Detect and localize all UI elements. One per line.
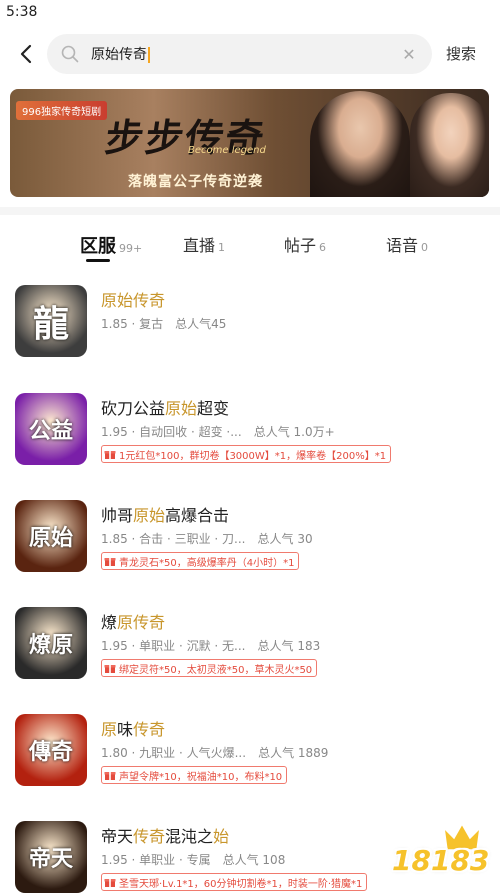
- gift-pack-badge[interactable]: 1元红包*100，群切卷【3000W】*1，爆率卷【200%】*1: [101, 445, 392, 463]
- game-title-highlight: 传奇: [133, 613, 166, 632]
- tab-live[interactable]: 直播 1: [183, 232, 225, 256]
- game-title[interactable]: 原味传奇: [101, 716, 165, 740]
- game-icon-lettering: 傳奇: [28, 739, 73, 765]
- game-icon[interactable]: 傳奇: [15, 714, 87, 786]
- game-title-text: 高爆合击: [165, 506, 230, 525]
- game-icon-lettering: 帝天: [28, 846, 73, 872]
- site-watermark-logo: 18183: [392, 822, 492, 882]
- search-input[interactable]: 原始传奇 ✕: [47, 34, 432, 74]
- game-title-highlight: 原: [117, 613, 134, 632]
- game-title[interactable]: 原始传奇: [101, 287, 165, 311]
- game-tags: 1.95 · 单职业 · 专属: [101, 853, 211, 867]
- gift-icon: [104, 879, 116, 887]
- gift-text: 圣雪天琊·Lv.1*1，60分钟切割卷*1，时装一阶·猎魔*1: [119, 878, 363, 890]
- text-caret: [148, 47, 150, 63]
- game-list-item[interactable]: 龍 原始传奇 1.85 · 复古 总人气45: [0, 285, 500, 385]
- status-time: 5:38: [6, 4, 38, 20]
- game-popularity: 总人气 183: [257, 639, 321, 653]
- game-list-item[interactable]: 原始 帅哥原始高爆合击 1.85 · 合击 · 三职业 · 刀... 总人气 30 青龙…: [0, 500, 500, 600]
- game-tags: 1.95 · 自动回收 · 超变 ·...: [101, 425, 242, 439]
- game-list-item[interactable]: 傳奇 原味传奇 1.80 · 九职业 · 人气火爆... 总人气 1889 声望令牌*1…: [0, 714, 500, 814]
- game-title-text: 帝天: [101, 827, 134, 846]
- game-title-highlight: 原: [101, 720, 118, 739]
- gift-icon: [104, 772, 116, 780]
- game-title-highlight: 始: [213, 827, 230, 846]
- banner-subtitle-en: Become legend: [188, 145, 266, 156]
- game-tags: 1.85 · 复古: [101, 317, 164, 331]
- gift-pack-badge[interactable]: 绑定灵符*50，太初灵液*50，草木灵火*50: [101, 659, 318, 677]
- game-meta: 1.95 · 自动回收 · 超变 ·... 总人气 1.0万+: [101, 423, 335, 440]
- game-title-text: 燎: [101, 613, 118, 632]
- back-button[interactable]: [12, 40, 40, 68]
- promo-banner[interactable]: 996独家传奇短剧 步步传奇 Become legend 落魄富公子传奇逆袭: [10, 89, 489, 197]
- game-title-text: 砍刀公益: [101, 399, 166, 418]
- game-list-item[interactable]: 燎原 燎原传奇 1.95 · 单职业 · 沉默 · 无... 总人气 183 绑定灵符*…: [0, 607, 500, 707]
- game-icon[interactable]: 公益: [15, 393, 87, 465]
- game-popularity: 总人气45: [175, 317, 227, 331]
- game-popularity: 总人气 1.0万+: [253, 425, 335, 439]
- chevron-left-icon: [20, 44, 32, 64]
- game-icon-lettering: 原始: [28, 525, 73, 551]
- clear-icon[interactable]: ✕: [400, 45, 418, 64]
- game-icon-lettering: 燎原: [28, 632, 73, 658]
- status-bar: 5:38: [0, 0, 500, 26]
- game-title-highlight: 传奇: [133, 827, 166, 846]
- gift-icon: [104, 665, 116, 673]
- game-title[interactable]: 帅哥原始高爆合击: [101, 502, 229, 526]
- search-header: 原始传奇 ✕ 搜索: [0, 32, 500, 76]
- game-title-highlight: 原始: [165, 399, 198, 418]
- game-meta: 1.95 · 单职业 · 专属 总人气 108: [101, 851, 285, 868]
- game-meta: 1.85 · 复古 总人气45: [101, 315, 226, 332]
- gift-pack-badge[interactable]: 圣雪天琊·Lv.1*1，60分钟切割卷*1，时装一阶·猎魔*1: [101, 873, 368, 891]
- game-list-item[interactable]: 公益 砍刀公益原始超变 1.95 · 自动回收 · 超变 ·... 总人气 1.0万+…: [0, 393, 500, 493]
- game-popularity: 总人气 108: [222, 853, 286, 867]
- gift-text: 绑定灵符*50，太初灵液*50，草木灵火*50: [119, 664, 313, 676]
- game-meta: 1.85 · 合击 · 三职业 · 刀... 总人气 30: [101, 530, 313, 547]
- game-title-highlight: 传奇: [133, 720, 166, 739]
- game-title-highlight: 原始传奇: [101, 291, 166, 310]
- game-icon[interactable]: 帝天: [15, 821, 87, 893]
- game-icon-lettering: 龍: [32, 303, 69, 345]
- game-title[interactable]: 帝天传奇混沌之始: [101, 823, 229, 847]
- game-title[interactable]: 燎原传奇: [101, 609, 165, 633]
- active-tab-indicator: [86, 259, 110, 262]
- gift-icon: [104, 451, 116, 459]
- result-tabs: 区服 99+ 直播 1 帖子 6 语音 0: [0, 228, 500, 264]
- game-icon[interactable]: 原始: [15, 500, 87, 572]
- gift-text: 1元红包*100，群切卷【3000W】*1，爆率卷【200%】*1: [119, 450, 387, 462]
- gift-text: 青龙灵石*50，高级爆率丹（4小时）*1: [119, 557, 295, 569]
- gift-pack-badge[interactable]: 青龙灵石*50，高级爆率丹（4小时）*1: [101, 552, 300, 570]
- section-divider: [0, 207, 500, 215]
- game-tags: 1.80 · 九职业 · 人气火爆...: [101, 746, 247, 760]
- game-title-text: 帅哥: [101, 506, 134, 525]
- gift-pack-badge[interactable]: 声望令牌*10，祝福油*10，布料*10: [101, 766, 288, 784]
- game-meta: 1.95 · 单职业 · 沉默 · 无... 总人气 183: [101, 637, 320, 654]
- game-icon[interactable]: 龍: [15, 285, 87, 357]
- tab-servers[interactable]: 区服 99+: [80, 232, 142, 258]
- banner-actress-image: [410, 93, 489, 197]
- game-title-text: 混沌之: [165, 827, 214, 846]
- game-icon[interactable]: 燎原: [15, 607, 87, 679]
- game-tags: 1.95 · 单职业 · 沉默 · 无...: [101, 639, 246, 653]
- banner-subtitle: 落魄富公子传奇逆袭: [128, 174, 263, 190]
- game-title-text: 味: [117, 720, 134, 739]
- search-icon: [61, 45, 79, 63]
- game-title-highlight: 原始: [133, 506, 166, 525]
- search-query: 原始传奇: [91, 47, 147, 63]
- game-meta: 1.80 · 九职业 · 人气火爆... 总人气 1889: [101, 744, 328, 761]
- banner-actor-image: [310, 91, 410, 197]
- game-popularity: 总人气 30: [257, 532, 313, 546]
- gift-text: 声望令牌*10，祝福油*10，布料*10: [119, 771, 283, 783]
- tab-voice[interactable]: 语音 0: [386, 232, 428, 256]
- game-tags: 1.85 · 合击 · 三职业 · 刀...: [101, 532, 246, 546]
- game-icon-lettering: 公益: [28, 418, 73, 444]
- banner-tag: 996独家传奇短剧: [16, 101, 108, 120]
- search-button[interactable]: 搜索: [446, 43, 476, 64]
- game-title[interactable]: 砍刀公益原始超变: [101, 395, 229, 419]
- game-popularity: 总人气 1889: [258, 746, 329, 760]
- game-title-text: 超变: [197, 399, 230, 418]
- gift-icon: [104, 558, 116, 566]
- tab-posts[interactable]: 帖子 6: [284, 232, 326, 256]
